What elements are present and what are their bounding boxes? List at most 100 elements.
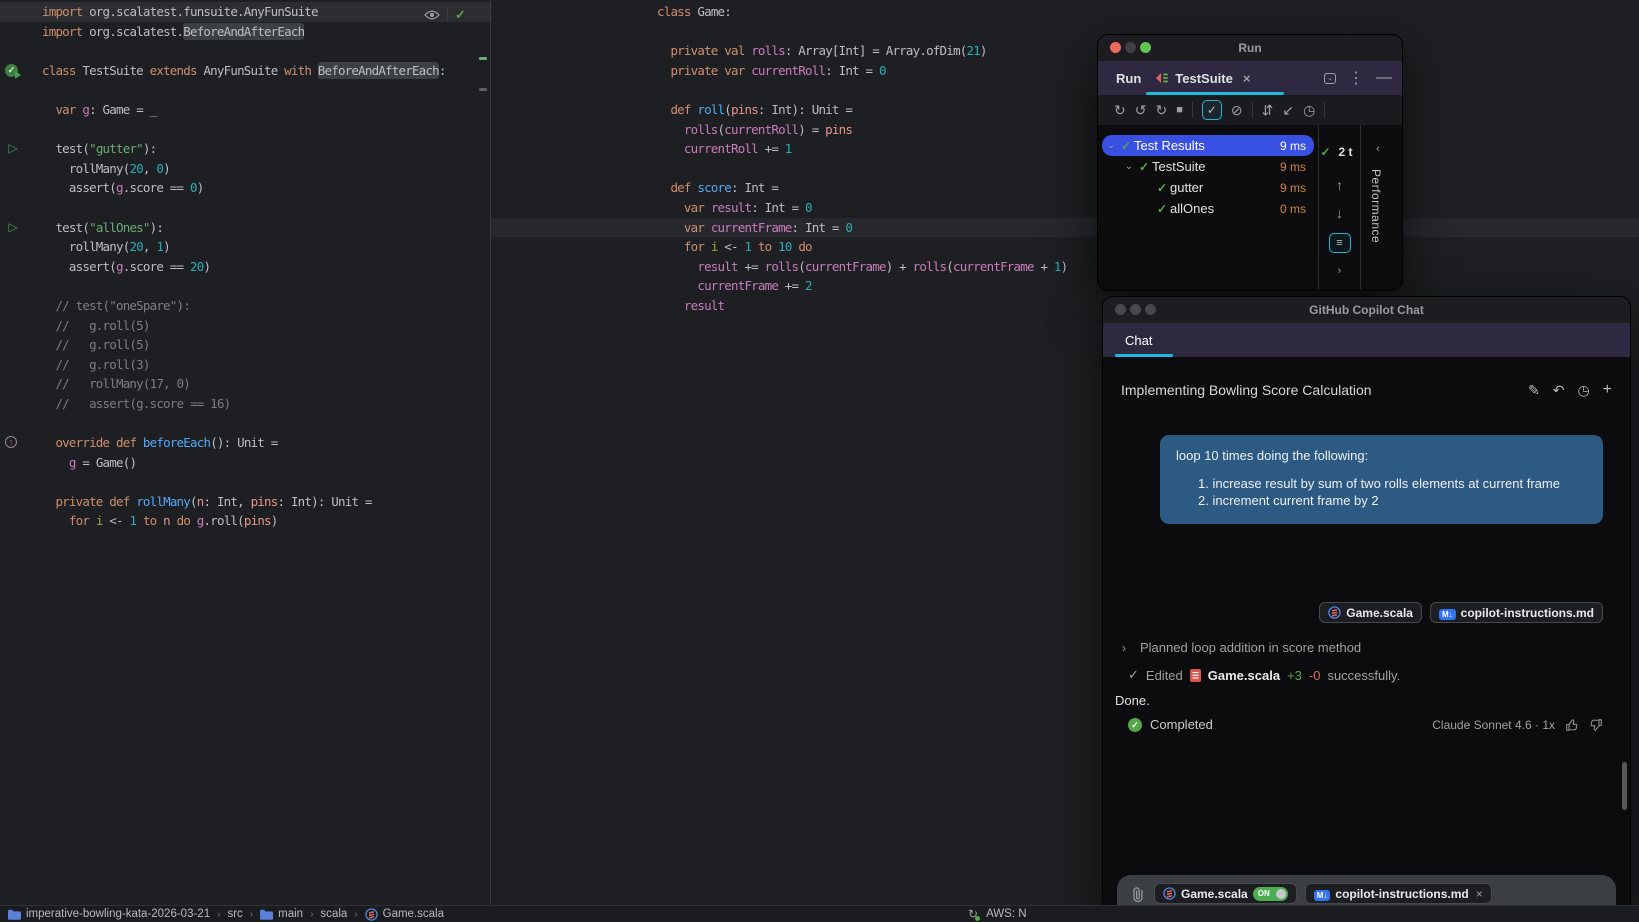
next-test-icon[interactable]: ↓	[1336, 205, 1343, 221]
code-line[interactable]: // assert(g.score == 16)	[0, 394, 490, 414]
code-line[interactable]: var currentFrame: Int = 0	[491, 217, 1639, 238]
code-line[interactable]: private def rollMany(n: Int, pins: Int):…	[0, 492, 490, 512]
undo-icon[interactable]: ↶	[1553, 382, 1565, 399]
breadcrumb-item[interactable]: src	[227, 908, 242, 920]
error-stripe-mark[interactable]	[479, 57, 487, 60]
code-line[interactable]: import org.scalatest.BeforeAndAfterEach	[0, 22, 490, 42]
code-line[interactable]: ▷ test("gutter"):	[0, 139, 490, 159]
aws-status-widget[interactable]: AWS: N	[986, 908, 1026, 920]
code-line[interactable]	[0, 41, 490, 61]
code-line[interactable]: var result: Int = 0	[491, 198, 1639, 218]
breadcrumb-item[interactable]: imperative-bowling-kata-2026-03-21	[8, 908, 210, 920]
breadcrumb-item[interactable]: Game.scala	[364, 907, 444, 921]
code-line[interactable]: for i <- 1 to 10 do	[491, 237, 1639, 257]
code-line[interactable]: rollMany(20, 0)	[0, 159, 490, 179]
context-on-toggle[interactable]: ON	[1252, 886, 1288, 901]
sort-icon[interactable]: ⇵	[1262, 102, 1274, 119]
run-window-titlebar[interactable]: Run	[1098, 35, 1402, 61]
code-line[interactable]	[0, 276, 490, 296]
breadcrumb-item[interactable]: main	[260, 908, 303, 920]
code-line[interactable]: var g: Game = _	[0, 100, 490, 120]
eye-icon[interactable]	[424, 10, 440, 20]
history-icon[interactable]: ◷	[1577, 382, 1589, 399]
scrollbar[interactable]	[1622, 762, 1627, 810]
override-icon[interactable]: ↑	[5, 436, 17, 449]
chevron-down-icon[interactable]: ⌄	[1122, 161, 1136, 172]
code-line[interactable]: currentFrame += 2	[491, 276, 1639, 296]
error-stripe-mark[interactable]	[479, 88, 487, 91]
code-line[interactable]: result += rolls(currentFrame) + rolls(cu…	[491, 257, 1639, 277]
code-line[interactable]: import org.scalatest.funsuite.AnyFunSuit…	[0, 2, 490, 22]
show-ignored-icon[interactable]: ⊘	[1231, 102, 1243, 119]
code-line[interactable]: class Game:	[491, 2, 1639, 22]
stop-icon[interactable]: ■	[1176, 104, 1183, 116]
code-line[interactable]: // test("oneSpare"):	[0, 296, 490, 316]
remove-chip-icon[interactable]: ×	[1476, 887, 1483, 901]
code-line[interactable]	[491, 159, 1639, 179]
test-tree-row[interactable]: ⌄ ✓ TestSuite 9 ms	[1102, 156, 1314, 177]
previous-test-icon[interactable]: ↑	[1336, 177, 1343, 193]
code-line[interactable]: assert(g.score == 20)	[0, 257, 490, 277]
minimize-icon[interactable]: —	[1376, 69, 1392, 87]
attachment-chip-game-scala[interactable]: Game.scala	[1319, 602, 1422, 623]
run-test-icon[interactable]: ▷	[5, 139, 21, 159]
test-tree-row[interactable]: ✓ gutter 9 ms	[1102, 177, 1314, 198]
edited-file-name[interactable]: Game.scala	[1208, 668, 1280, 683]
code-line[interactable]: def roll(pins: Int): Unit =	[491, 100, 1639, 120]
code-line[interactable]	[0, 413, 490, 433]
quill-icon[interactable]: ✎	[1528, 382, 1540, 399]
tab-chat[interactable]: Chat	[1125, 333, 1152, 348]
more-options-icon[interactable]: ⋮	[1348, 68, 1364, 88]
attachment-chip-game-scala[interactable]: Game.scala ON	[1154, 883, 1297, 904]
code-line[interactable]: def score: Int =	[491, 178, 1639, 198]
chevron-down-icon[interactable]: ⌄	[1104, 140, 1118, 151]
code-line[interactable]: private val rolls: Array[Int] = Array.of…	[491, 41, 1639, 61]
chat-window-titlebar[interactable]: GitHub Copilot Chat	[1103, 297, 1630, 323]
code-line[interactable]	[0, 472, 490, 492]
chevron-right-icon[interactable]: ›	[1122, 641, 1126, 655]
rerun-tests-icon[interactable]: ↻	[1114, 102, 1126, 119]
run-test-icon[interactable]: ▷	[5, 218, 21, 238]
code-line[interactable]: for i <- 1 to n do g.roll(pins)	[0, 511, 490, 531]
code-line[interactable]	[491, 80, 1639, 100]
thumbs-down-icon[interactable]	[1589, 718, 1603, 732]
code-line[interactable]	[0, 80, 490, 100]
expand-icon[interactable]: ›	[1338, 265, 1342, 277]
vcs-update-icon[interactable]: ↻	[968, 907, 981, 921]
code-line[interactable]: ▷ test("allOnes"):	[0, 218, 490, 238]
code-line[interactable]: // rollMany(17, 0)	[0, 374, 490, 394]
code-line[interactable]: rollMany(20, 1)	[0, 237, 490, 257]
left-editor-code[interactable]: import org.scalatest.funsuite.AnyFunSuit…	[0, 0, 490, 905]
attachment-chip-copilot-instructions-md[interactable]: M↓ copilot-instructions.md ×	[1304, 883, 1492, 904]
code-line[interactable]: ✓ class TestSuite extends AnyFunSuite wit…	[0, 61, 490, 81]
run-class-icon[interactable]: ✓	[5, 63, 21, 79]
code-line[interactable]	[0, 198, 490, 218]
code-line[interactable]	[0, 120, 490, 140]
editor-pane-testsuite[interactable]: import org.scalatest.funsuite.AnyFunSuit…	[0, 0, 491, 905]
paperclip-icon[interactable]	[1131, 886, 1145, 902]
thumbs-up-icon[interactable]	[1565, 718, 1579, 732]
inspections-ok-icon[interactable]: ✓	[455, 7, 466, 23]
rerun-failed-icon[interactable]: ↺	[1135, 102, 1147, 119]
code-line[interactable]: // g.roll(5)	[0, 316, 490, 336]
code-line[interactable]: ↑ override def beforeEach(): Unit =	[0, 433, 490, 453]
close-tab-icon[interactable]: ×	[1243, 71, 1251, 86]
code-line[interactable]	[491, 22, 1639, 42]
tab-testsuite[interactable]: TestSuite ×	[1155, 71, 1250, 86]
test-tree-row[interactable]: ✓ allOnes 0 ms	[1102, 198, 1314, 219]
history-icon[interactable]: ◷	[1303, 102, 1315, 119]
code-line[interactable]: currentRoll += 1	[491, 139, 1639, 159]
collapse-icon[interactable]: ‹	[1376, 143, 1380, 155]
code-line[interactable]: rolls(currentRoll) = pins	[491, 120, 1639, 140]
breadcrumb-item[interactable]: scala	[320, 908, 347, 920]
tab-performance[interactable]: Performance	[1369, 169, 1383, 243]
new-chat-icon[interactable]: +	[1603, 381, 1612, 399]
soft-wrap-toggle[interactable]: ≡	[1328, 233, 1351, 253]
collapsed-step-row[interactable]: › Planned loop addition in score method	[1122, 640, 1361, 655]
test-tree-row[interactable]: ⌄ ✓ Test Results 9 ms	[1102, 135, 1314, 156]
code-line[interactable]: // g.roll(5)	[0, 335, 490, 355]
code-line[interactable]: g = Game()	[0, 453, 490, 473]
show-passed-toggle[interactable]: ✓	[1201, 100, 1222, 120]
navigate-icon[interactable]: ↙	[1282, 102, 1294, 119]
code-line[interactable]: // g.roll(3)	[0, 355, 490, 375]
